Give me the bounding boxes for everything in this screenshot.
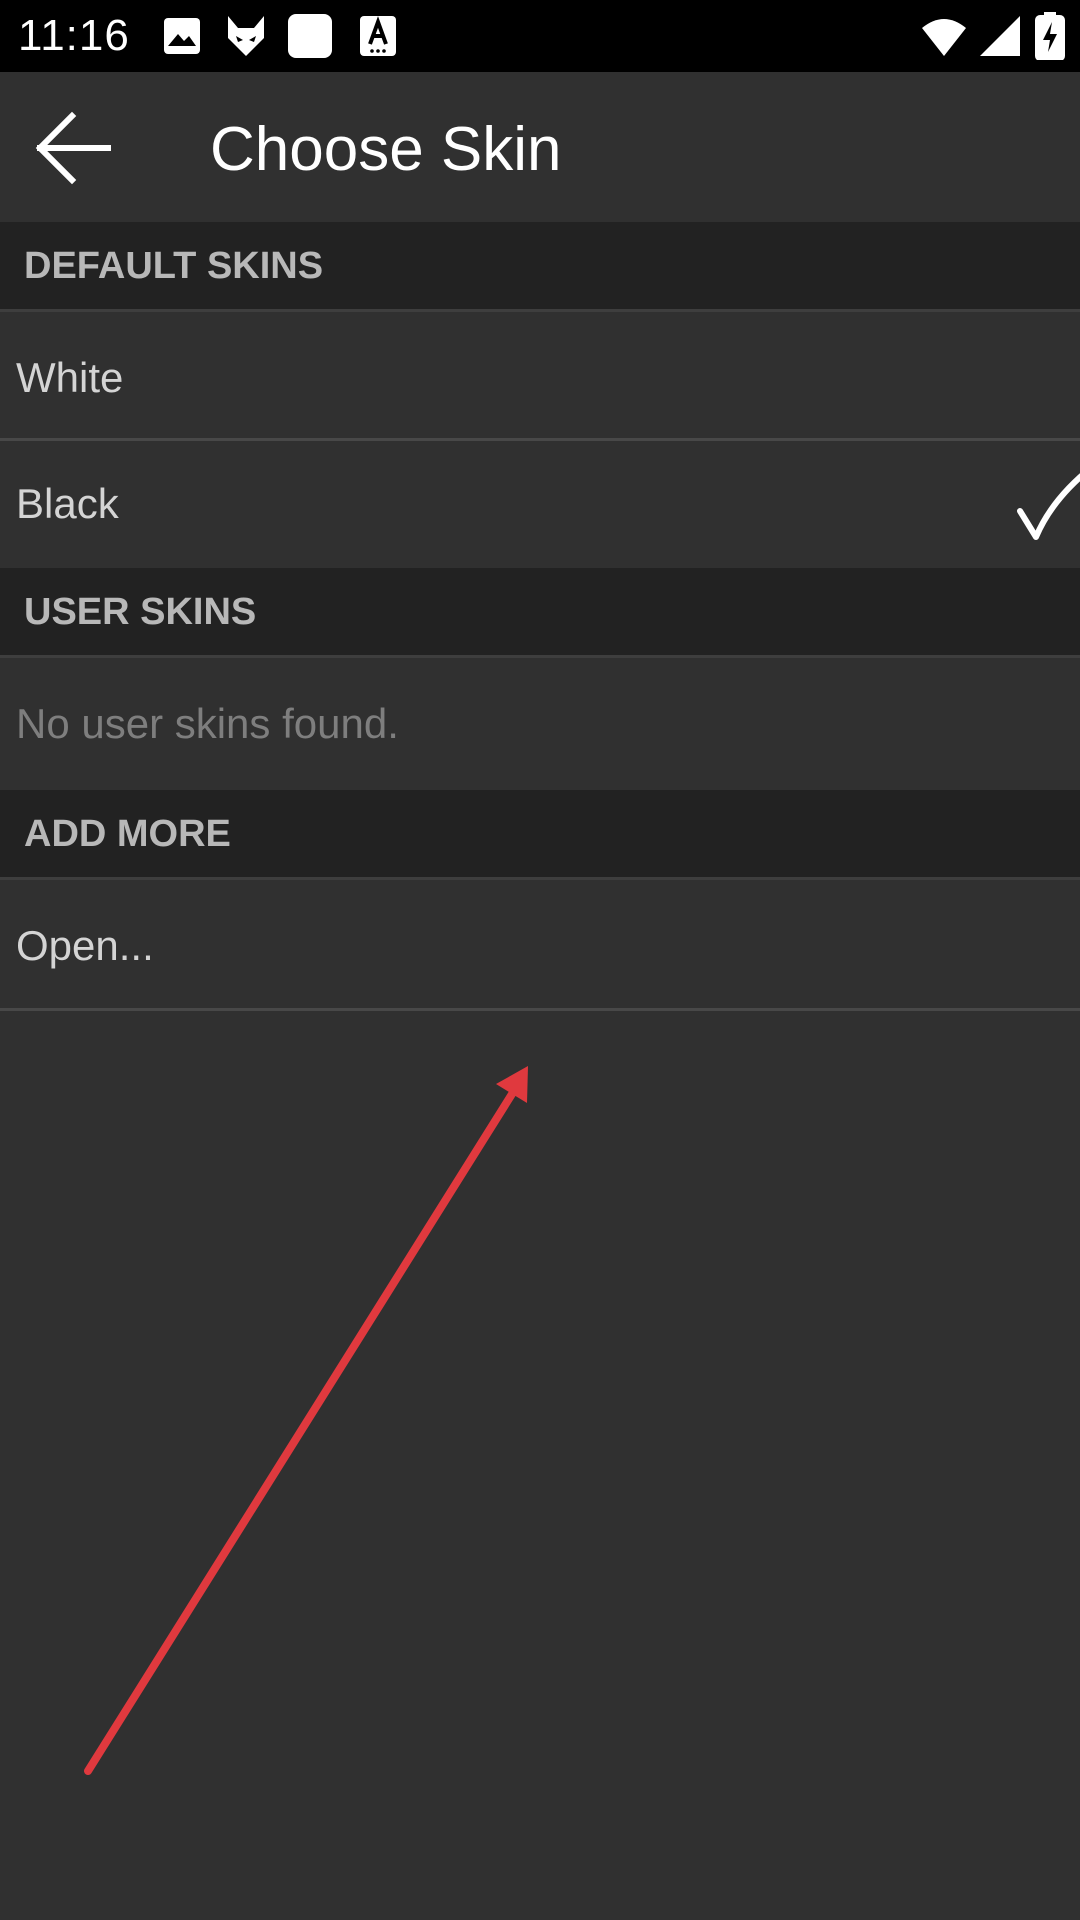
empty-message-label: No user skins found. (16, 700, 399, 747)
skin-item-label: White (16, 354, 124, 401)
font-a-icon (354, 12, 402, 60)
open-skin-item[interactable]: Open... (0, 883, 1080, 1011)
signal-icon (976, 12, 1024, 60)
back-arrow-icon (35, 111, 111, 185)
section-header-add-more: ADD MORE (0, 790, 1080, 880)
checkmark-icon (1012, 459, 1080, 549)
back-button[interactable] (28, 110, 124, 186)
white-square-icon (286, 12, 334, 60)
section-header-user-skins: USER SKINS (0, 568, 1080, 658)
wifi-icon (920, 12, 968, 60)
empty-user-skins-message: No user skins found. (0, 661, 1080, 790)
image-icon (158, 12, 206, 60)
skin-item-label: Black (16, 480, 119, 527)
fox-icon (222, 12, 270, 60)
status-bar: 11:16 (0, 0, 1080, 72)
section-header-label: ADD MORE (24, 813, 231, 855)
skin-item-black[interactable]: Black (0, 441, 1080, 568)
section-header-label: DEFAULT SKINS (24, 245, 324, 287)
battery-charging-icon (1030, 12, 1070, 60)
status-time: 11:16 (18, 11, 130, 60)
open-skin-label: Open... (16, 922, 154, 969)
page-title: Choose Skin (210, 115, 562, 184)
section-header-default-skins: DEFAULT SKINS (0, 222, 1080, 312)
section-header-label: USER SKINS (24, 591, 257, 633)
skin-item-white[interactable]: White (0, 315, 1080, 441)
app-bar: Choose Skin (0, 72, 1080, 222)
